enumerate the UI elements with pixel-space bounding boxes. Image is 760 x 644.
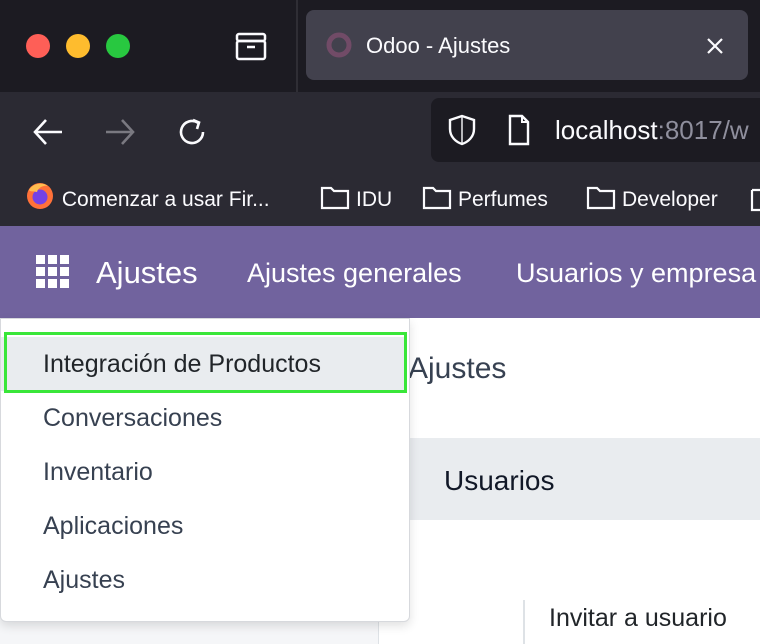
maximize-window-button[interactable] [106, 34, 130, 58]
url-text[interactable]: localhost:8017/w [555, 98, 749, 162]
page-title: Ajustes [408, 352, 507, 385]
bookmark-firefox[interactable]: Comenzar a usar Fir... [24, 172, 270, 226]
highlight-box [4, 332, 407, 393]
firefox-icon [27, 183, 53, 209]
menu-usuarios-empresas[interactable]: Usuarios y empresa [516, 226, 756, 320]
bookmark-folder-idu[interactable]: IDU [320, 172, 392, 226]
folder-icon[interactable] [750, 186, 760, 212]
bookmark-folder-perfumes[interactable]: Perfumes [422, 172, 548, 226]
close-tab-icon[interactable] [706, 37, 724, 55]
bookmarks-bar: Comenzar a usar Fir... IDU Perfumes Deve… [0, 172, 760, 226]
dropdown-item-aplicaciones[interactable]: Aplicaciones [1, 499, 407, 553]
dropdown-item-inventario[interactable]: Inventario [1, 445, 407, 499]
back-arrow-icon[interactable] [32, 117, 64, 147]
bookmark-label: Developer [622, 188, 718, 211]
minimize-window-button[interactable] [66, 34, 90, 58]
bookmark-label: Perfumes [458, 188, 548, 211]
section-title: Usuarios [444, 465, 555, 496]
divider [523, 600, 525, 644]
url-host: localhost [555, 115, 658, 145]
odoo-favicon-icon [326, 32, 352, 58]
invite-users-label: Invitar a usuario [549, 604, 727, 632]
shield-icon[interactable] [447, 114, 477, 146]
section-header: Usuarios [408, 438, 760, 520]
tab-title: Odoo - Ajustes [366, 33, 511, 58]
app-menu-grid-icon[interactable] [36, 255, 70, 289]
tab-separator [296, 0, 298, 92]
bookmark-label: Comenzar a usar Fir... [61, 188, 270, 211]
forward-arrow-icon[interactable] [104, 117, 136, 147]
folder-icon [320, 186, 350, 210]
close-window-button[interactable] [26, 34, 50, 58]
browser-title-bar: Odoo - Ajustes [0, 0, 760, 92]
odoo-navbar: Ajustes Ajustes generales Usuarios y emp… [0, 226, 760, 318]
menu-ajustes-generales[interactable]: Ajustes generales [247, 226, 462, 320]
browser-nav-bar: localhost:8017/w [0, 92, 760, 172]
folder-icon [586, 186, 616, 210]
page-info-icon[interactable] [507, 114, 531, 146]
dropdown-item-conversaciones[interactable]: Conversaciones [1, 391, 407, 445]
url-bar[interactable]: localhost:8017/w [431, 98, 760, 162]
bookmark-label: IDU [356, 188, 393, 211]
browser-tab[interactable]: Odoo - Ajustes [306, 10, 748, 80]
url-path: :8017/w [657, 115, 749, 145]
tab-list-icon[interactable] [234, 32, 270, 62]
reload-icon[interactable] [176, 116, 208, 148]
dropdown-item-ajustes[interactable]: Ajustes [1, 553, 407, 607]
app-name[interactable]: Ajustes [96, 226, 198, 320]
folder-icon [422, 186, 452, 210]
bookmark-folder-developer[interactable]: Developer [586, 172, 718, 226]
